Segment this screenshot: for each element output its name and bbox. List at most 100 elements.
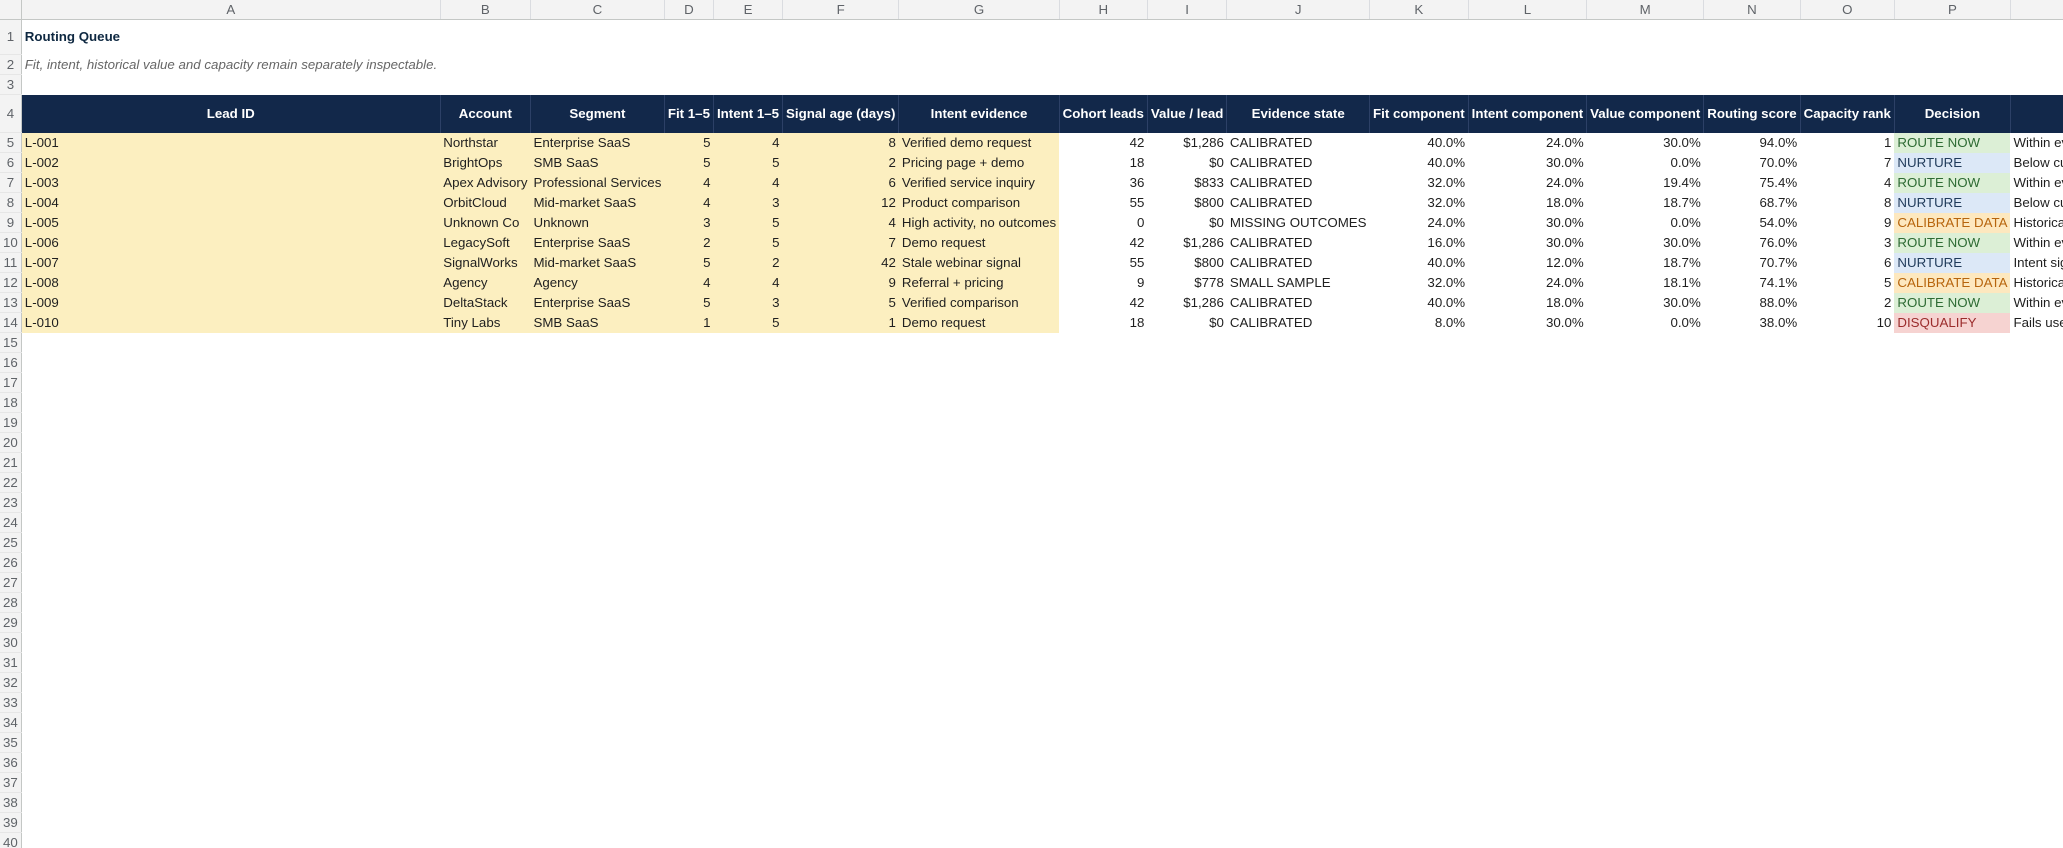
cell-k31[interactable] <box>1370 653 1469 673</box>
cell-a15[interactable] <box>21 333 440 353</box>
cell-f27[interactable] <box>783 573 899 593</box>
cell-q35[interactable] <box>2010 733 2063 753</box>
row-header-12[interactable]: 12 <box>0 272 22 293</box>
cell-a24[interactable] <box>21 513 440 533</box>
row-header-7[interactable]: 7 <box>0 172 22 193</box>
decision-cell[interactable]: CALIBRATE DATA <box>1894 212 2011 233</box>
cell-h18[interactable] <box>1059 393 1147 413</box>
cell-c20[interactable] <box>530 433 664 453</box>
cell-g9[interactable]: High activity, no outcomes <box>898 212 1060 233</box>
cell-h28[interactable] <box>1059 593 1147 613</box>
cell-m21[interactable] <box>1587 453 1704 473</box>
cell-b24[interactable] <box>440 513 530 533</box>
cell-d7[interactable]: 4 <box>664 172 714 193</box>
row-header-26[interactable]: 26 <box>0 552 22 573</box>
cell-f8[interactable]: 12 <box>782 192 899 213</box>
column-header-p[interactable]: P <box>1894 0 2011 20</box>
cell-b6[interactable]: BrightOps <box>440 152 531 173</box>
cell-m8[interactable]: 18.7% <box>1587 193 1704 213</box>
cell-k22[interactable] <box>1370 473 1469 493</box>
decision-cell[interactable]: NURTURE <box>1894 152 2011 173</box>
header-capacity-rank[interactable]: Capacity rank <box>1799 94 1895 133</box>
column-header-h[interactable]: H <box>1059 0 1148 20</box>
row-header-23[interactable]: 23 <box>0 492 22 513</box>
cell-q36[interactable] <box>2010 753 2063 773</box>
cell-c21[interactable] <box>530 453 664 473</box>
cell-l38[interactable] <box>1468 793 1587 813</box>
cell-o5[interactable]: 1 <box>1800 133 1894 153</box>
cell-k9[interactable]: 24.0% <box>1370 213 1469 233</box>
cell-q7[interactable]: Within evidence-based capacity cutoff <box>2010 173 2063 193</box>
cell-d32[interactable] <box>664 673 713 693</box>
cell-n15[interactable] <box>1704 333 1800 353</box>
cell-b29[interactable] <box>440 613 530 633</box>
header-cohort-leads[interactable]: Cohort leads <box>1058 94 1148 133</box>
cell-e2[interactable] <box>713 55 782 75</box>
cell-o35[interactable] <box>1800 733 1894 753</box>
cell-f5[interactable]: 8 <box>782 132 899 153</box>
cell-g39[interactable] <box>899 813 1059 833</box>
cell-d26[interactable] <box>664 553 713 573</box>
cell-c31[interactable] <box>530 653 664 673</box>
header-decision[interactable]: Decision <box>1893 94 2011 133</box>
cell-i8[interactable]: $800 <box>1147 193 1226 213</box>
cell-d8[interactable]: 4 <box>664 192 714 213</box>
cell-f39[interactable] <box>783 813 899 833</box>
cell-m20[interactable] <box>1587 433 1704 453</box>
cell-o23[interactable] <box>1800 493 1894 513</box>
cell-k1[interactable] <box>1370 20 1469 55</box>
cell-e34[interactable] <box>713 713 782 733</box>
cell-d20[interactable] <box>664 433 713 453</box>
cell-h17[interactable] <box>1059 373 1147 393</box>
cell-p26[interactable] <box>1894 553 2010 573</box>
cell-j26[interactable] <box>1227 553 1370 573</box>
cell-e6[interactable]: 5 <box>713 152 783 173</box>
cell-i35[interactable] <box>1147 733 1226 753</box>
cell-g33[interactable] <box>899 693 1059 713</box>
cell-l35[interactable] <box>1468 733 1587 753</box>
cell-m26[interactable] <box>1587 553 1704 573</box>
cell-d30[interactable] <box>664 633 713 653</box>
header-lead-id[interactable]: Lead ID <box>20 94 441 133</box>
cell-q23[interactable] <box>2010 493 2063 513</box>
cell-p30[interactable] <box>1894 633 2010 653</box>
cell-j25[interactable] <box>1227 533 1370 553</box>
cell-p31[interactable] <box>1894 653 2010 673</box>
cell-b33[interactable] <box>440 693 530 713</box>
cell-q12[interactable]: Historical outcomes are missing or sampl… <box>2010 273 2063 293</box>
cell-m36[interactable] <box>1587 753 1704 773</box>
column-header-g[interactable]: G <box>898 0 1060 20</box>
cell-g40[interactable] <box>899 833 1059 848</box>
cell-f35[interactable] <box>783 733 899 753</box>
cell-o29[interactable] <box>1800 613 1894 633</box>
cell-a23[interactable] <box>21 493 440 513</box>
cell-f9[interactable]: 4 <box>782 212 899 233</box>
cell-p19[interactable] <box>1894 413 2010 433</box>
cell-k35[interactable] <box>1370 733 1469 753</box>
row-header-13[interactable]: 13 <box>0 292 22 313</box>
cell-k5[interactable]: 40.0% <box>1370 133 1469 153</box>
cell-d16[interactable] <box>664 353 713 373</box>
cell-e39[interactable] <box>713 813 782 833</box>
cell-b1[interactable] <box>440 20 530 55</box>
cell-p18[interactable] <box>1894 393 2010 413</box>
cell-j35[interactable] <box>1227 733 1370 753</box>
cell-m39[interactable] <box>1587 813 1704 833</box>
header-signal-age-days[interactable]: Signal age (days) <box>782 94 899 133</box>
cell-l21[interactable] <box>1468 453 1587 473</box>
cell-j16[interactable] <box>1227 353 1370 373</box>
cell-o25[interactable] <box>1800 533 1894 553</box>
cell-j34[interactable] <box>1227 713 1370 733</box>
cell-i11[interactable]: $800 <box>1147 253 1226 273</box>
cell-n1[interactable] <box>1704 20 1800 55</box>
cell-p32[interactable] <box>1894 673 2010 693</box>
cell-g22[interactable] <box>899 473 1059 493</box>
cell-d23[interactable] <box>664 493 713 513</box>
cell-h37[interactable] <box>1059 773 1147 793</box>
decision-cell[interactable]: NURTURE <box>1894 252 2011 273</box>
cell-q34[interactable] <box>2010 713 2063 733</box>
cell-m22[interactable] <box>1587 473 1704 493</box>
cell-j6[interactable]: CALIBRATED <box>1227 153 1370 173</box>
cell-i28[interactable] <box>1147 593 1226 613</box>
cell-i19[interactable] <box>1147 413 1226 433</box>
